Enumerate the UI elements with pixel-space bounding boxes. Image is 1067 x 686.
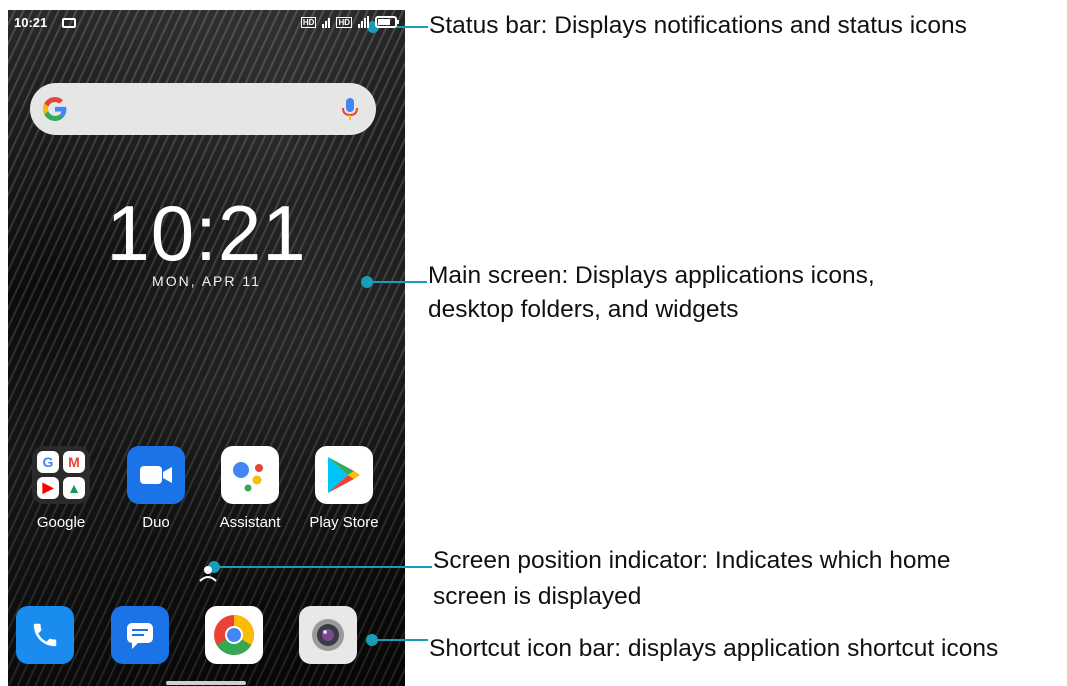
app-duo[interactable]: Duo xyxy=(111,446,201,531)
hd-icon-2: HD xyxy=(336,16,352,28)
status-bar-annotation: Status bar: Displays notifications and s… xyxy=(429,12,967,39)
duo-icon xyxy=(127,446,185,504)
google-icon: G xyxy=(37,451,59,473)
assistant-icon xyxy=(221,446,279,504)
status-bar: 10:21 HD HD xyxy=(8,10,405,36)
mic-icon[interactable] xyxy=(342,97,358,121)
camera-icon xyxy=(299,606,357,664)
date-label: MON, APR 11 xyxy=(152,273,261,289)
shortcut-bar-annotation: Shortcut icon bar: displays application … xyxy=(429,635,999,662)
app-label: Duo xyxy=(142,514,170,531)
indicator-annotation-line2: screen is displayed xyxy=(433,583,642,610)
dock-phone[interactable] xyxy=(16,606,106,664)
status-time: 10:21 xyxy=(14,15,48,30)
main-screen-annotation-line1: Main screen: Displays applications icons… xyxy=(428,262,875,289)
gmail-icon: M xyxy=(63,451,85,473)
google-g-icon xyxy=(43,97,67,121)
chrome-icon xyxy=(205,606,263,664)
drive-icon: ▲ xyxy=(63,476,85,499)
indicator-annotation-line1: Screen position indicator: Indicates whi… xyxy=(433,547,951,574)
signal-icon xyxy=(322,16,331,28)
app-assistant[interactable]: Assistant xyxy=(205,446,295,531)
app-label: Assistant xyxy=(219,514,281,531)
clock-widget[interactable]: 10:21 xyxy=(8,188,405,279)
dock-chrome[interactable] xyxy=(205,606,295,664)
dock-messages[interactable] xyxy=(111,606,201,664)
signal-icon-2 xyxy=(358,16,369,28)
home-page-indicator-icon[interactable] xyxy=(198,563,218,585)
app-google-folder[interactable]: G M ▶ ▲ Google xyxy=(16,446,106,531)
phone-icon xyxy=(16,606,74,664)
messages-icon xyxy=(111,606,169,664)
phone-screen: 10:21 HD HD 10:21 MON, APR 11 G M ▶ ▲ Go… xyxy=(8,10,405,686)
main-screen-annotation-line2: desktop folders, and widgets xyxy=(428,296,739,323)
google-search-bar[interactable] xyxy=(30,83,376,135)
youtube-icon: ▶ xyxy=(37,476,59,499)
status-icons: HD HD xyxy=(300,16,399,28)
home-gesture-handle[interactable] xyxy=(166,681,246,685)
notification-icon xyxy=(62,18,76,28)
folder-icon: G M ▶ ▲ xyxy=(32,446,90,504)
dock-camera[interactable] xyxy=(299,606,389,664)
play-store-icon xyxy=(315,446,373,504)
app-label: Google xyxy=(36,514,86,531)
battery-icon xyxy=(375,16,399,28)
indicator-callout-line xyxy=(214,566,432,568)
hd-icon: HD xyxy=(300,16,317,28)
app-play-store[interactable]: Play Store xyxy=(299,446,389,531)
app-label: Play Store xyxy=(309,514,379,531)
